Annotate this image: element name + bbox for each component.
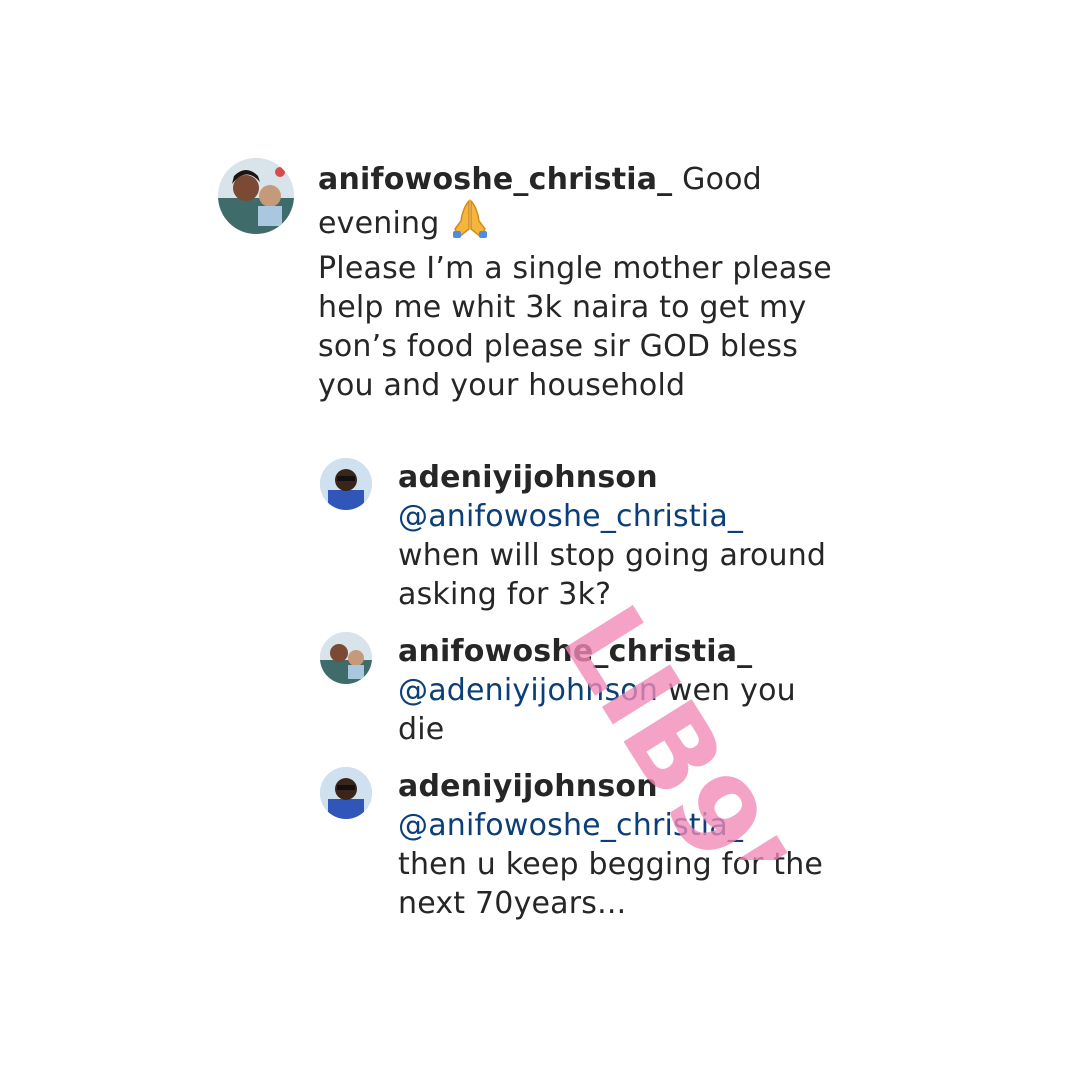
reply-comment: adeniyijohnson @anifowoshe_christia_ the…	[320, 767, 838, 923]
reply-mention[interactable]: @anifowoshe_christia_	[398, 808, 743, 843]
avatar[interactable]	[320, 767, 372, 819]
reply-mention[interactable]: @adeniyijohnson	[398, 673, 658, 708]
reply-message: then u keep begging for the next 70years…	[398, 847, 824, 921]
avatar-photo	[320, 458, 372, 510]
avatar-photo	[320, 632, 372, 684]
comment-text: anifowoshe_christia_ Good evening Please…	[318, 160, 858, 405]
praying-hands-icon	[449, 199, 491, 249]
reply-username[interactable]: anifowoshe_christia_	[398, 634, 752, 669]
avatar[interactable]	[218, 158, 294, 234]
reply-comment: anifowoshe_christia_ @adeniyijohnson wen…	[320, 632, 838, 749]
reply-mention[interactable]: @anifowoshe_christia_	[398, 499, 743, 534]
reply-message: when will stop going around asking for 3…	[398, 538, 827, 612]
reply-comment: adeniyijohnson @anifowoshe_christia_ whe…	[320, 458, 838, 614]
avatar[interactable]	[320, 458, 372, 510]
reply-username[interactable]: adeniyijohnson	[398, 769, 658, 804]
avatar-photo	[320, 767, 372, 819]
comment-message: Please I’m a single mother please help m…	[318, 251, 832, 403]
comment-username[interactable]: anifowoshe_christia_	[318, 162, 672, 197]
reply-text: adeniyijohnson @anifowoshe_christia_ whe…	[398, 458, 838, 614]
reply-username[interactable]: adeniyijohnson	[398, 460, 658, 495]
reply-text: adeniyijohnson @anifowoshe_christia_ the…	[398, 767, 838, 923]
avatar-photo	[218, 158, 294, 234]
main-comment: anifowoshe_christia_ Good evening Please…	[218, 158, 858, 405]
avatar[interactable]	[320, 632, 372, 684]
reply-text: anifowoshe_christia_ @adeniyijohnson wen…	[398, 632, 838, 749]
